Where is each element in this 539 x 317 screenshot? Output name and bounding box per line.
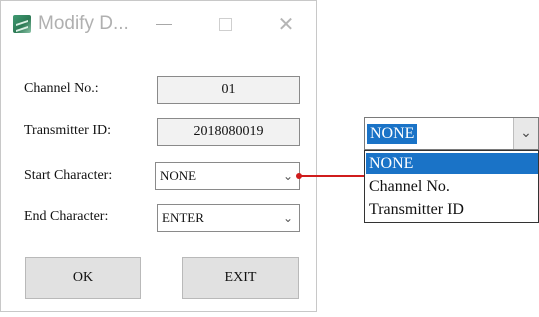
start-character-value: NONE bbox=[160, 168, 197, 183]
option-none[interactable]: NONE bbox=[366, 153, 538, 174]
option-transmitter-id[interactable]: Transmitter ID bbox=[366, 199, 464, 220]
modify-dialog: Modify D... ✕ Channel No.: 01 Transmitte… bbox=[0, 0, 317, 312]
channel-field[interactable]: 01 bbox=[157, 76, 300, 104]
maximize-icon bbox=[218, 18, 232, 31]
connector-line bbox=[300, 175, 364, 177]
exit-button[interactable]: EXIT bbox=[182, 257, 299, 299]
close-icon: ✕ bbox=[277, 12, 295, 36]
minimize-button[interactable] bbox=[149, 11, 179, 37]
transmitter-field[interactable]: 2018080019 bbox=[157, 118, 300, 146]
end-character-label: End Character: bbox=[24, 209, 109, 224]
minimize-icon bbox=[156, 24, 172, 25]
zoomed-start-character-select[interactable]: NONE ⌄ bbox=[364, 117, 539, 150]
window-title: Modify D... bbox=[38, 13, 129, 34]
app-icon bbox=[13, 15, 31, 33]
end-character-value: ENTER bbox=[162, 210, 204, 225]
close-button[interactable]: ✕ bbox=[271, 11, 301, 37]
maximize-button[interactable] bbox=[210, 11, 240, 37]
end-character-select[interactable]: ENTER ⌄ bbox=[157, 204, 300, 232]
chevron-down-icon[interactable]: ⌄ bbox=[513, 118, 538, 149]
option-channel-no[interactable]: Channel No. bbox=[366, 176, 450, 197]
channel-label: Channel No.: bbox=[24, 81, 99, 96]
ok-button[interactable]: OK bbox=[25, 257, 141, 299]
zoomed-selected-value: NONE bbox=[367, 124, 418, 144]
dropdown-options-list: NONE Channel No. Transmitter ID bbox=[364, 150, 539, 223]
title-bar: Modify D... ✕ bbox=[1, 1, 316, 49]
chevron-down-icon: ⌄ bbox=[282, 211, 293, 225]
chevron-down-icon: ⌄ bbox=[282, 169, 293, 183]
start-character-label: Start Character: bbox=[24, 168, 113, 183]
transmitter-label: Transmitter ID: bbox=[24, 123, 111, 138]
start-character-select[interactable]: NONE ⌄ bbox=[155, 162, 300, 190]
